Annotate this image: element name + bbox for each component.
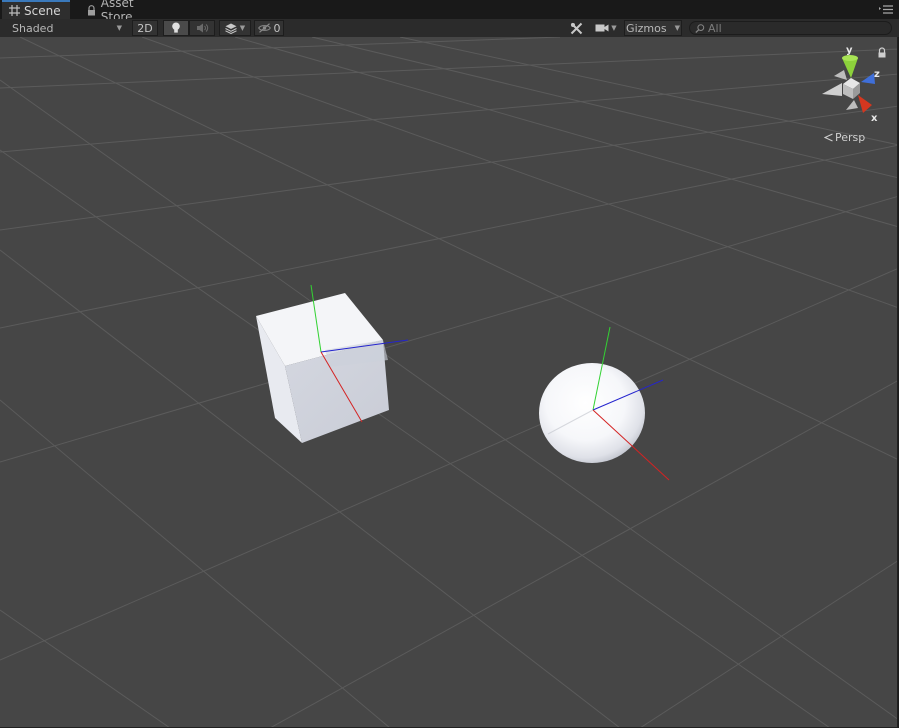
gizmo-x-cone — [858, 95, 872, 113]
window-tab-bar: Scene Asset Store — [0, 0, 899, 24]
scene-canvas[interactable] — [0, 37, 897, 727]
tab-menu-icon[interactable] — [879, 4, 893, 15]
toggle-2d-label: 2D — [137, 21, 153, 35]
sphere-object[interactable] — [539, 363, 645, 463]
shading-mode-label: Shaded — [12, 21, 54, 35]
gizmo-z-cone — [861, 73, 875, 84]
gizmo-neg-x-cone — [822, 83, 842, 96]
tab-asset-store[interactable]: Asset Store — [80, 0, 170, 24]
camera-settings-dropdown[interactable]: ▼ — [592, 20, 620, 36]
gizmo-x-label: x — [871, 113, 878, 122]
shading-mode-dropdown[interactable]: Shaded ▼ — [4, 20, 126, 36]
hierarchy-search[interactable] — [689, 21, 892, 35]
lock-icon[interactable] — [877, 47, 887, 59]
gizmos-dropdown[interactable]: Gizmos ▼ — [624, 20, 682, 36]
toggle-2d-button[interactable]: 2D — [132, 20, 158, 36]
hidden-count: 0 — [273, 21, 281, 35]
speaker-icon — [196, 23, 208, 33]
lock-icon — [86, 4, 97, 16]
hidden-objects-toggle[interactable]: 0 — [254, 20, 284, 36]
scene-grid-icon — [8, 5, 20, 17]
gizmos-label: Gizmos — [626, 21, 667, 35]
gizmo-y-label: y — [846, 45, 853, 56]
gizmo-neg-y-cone — [846, 100, 858, 110]
projection-label: Persp — [835, 130, 866, 144]
gizmo-neg-z-cone — [834, 70, 847, 80]
chevron-down-icon: ▼ — [674, 24, 680, 32]
tools-icon — [570, 22, 582, 34]
perspective-icon — [824, 133, 833, 141]
orientation-gizmo[interactable]: y z x — [814, 42, 884, 122]
projection-toggle[interactable]: Persp — [824, 130, 865, 144]
search-input[interactable] — [708, 21, 878, 35]
scene-effects-dropdown[interactable]: ▼ — [219, 20, 251, 36]
tools-settings-button[interactable] — [566, 20, 586, 36]
tab-scene-label: Scene — [24, 3, 61, 18]
layers-icon — [225, 23, 237, 34]
scene-audio-toggle[interactable] — [189, 20, 215, 36]
search-icon — [695, 23, 705, 33]
scene-lighting-toggle[interactable] — [163, 20, 189, 36]
scene-viewport[interactable]: y z x Persp — [0, 37, 898, 728]
scene-toolbar: Shaded ▼ 2D ▼ 0 ▼ Gizmos ▼ — [0, 19, 899, 38]
lightbulb-icon — [172, 22, 180, 33]
chevron-down-icon: ▼ — [239, 24, 246, 32]
gizmo-z-label: z — [874, 69, 880, 80]
ground-grid — [0, 37, 897, 727]
tab-scene[interactable]: Scene — [2, 0, 70, 19]
camera-icon — [595, 24, 609, 32]
cube-object[interactable] — [256, 293, 389, 443]
chevron-down-icon: ▼ — [611, 24, 617, 32]
chevron-down-icon: ▼ — [116, 24, 122, 32]
eye-slash-icon — [257, 23, 271, 33]
